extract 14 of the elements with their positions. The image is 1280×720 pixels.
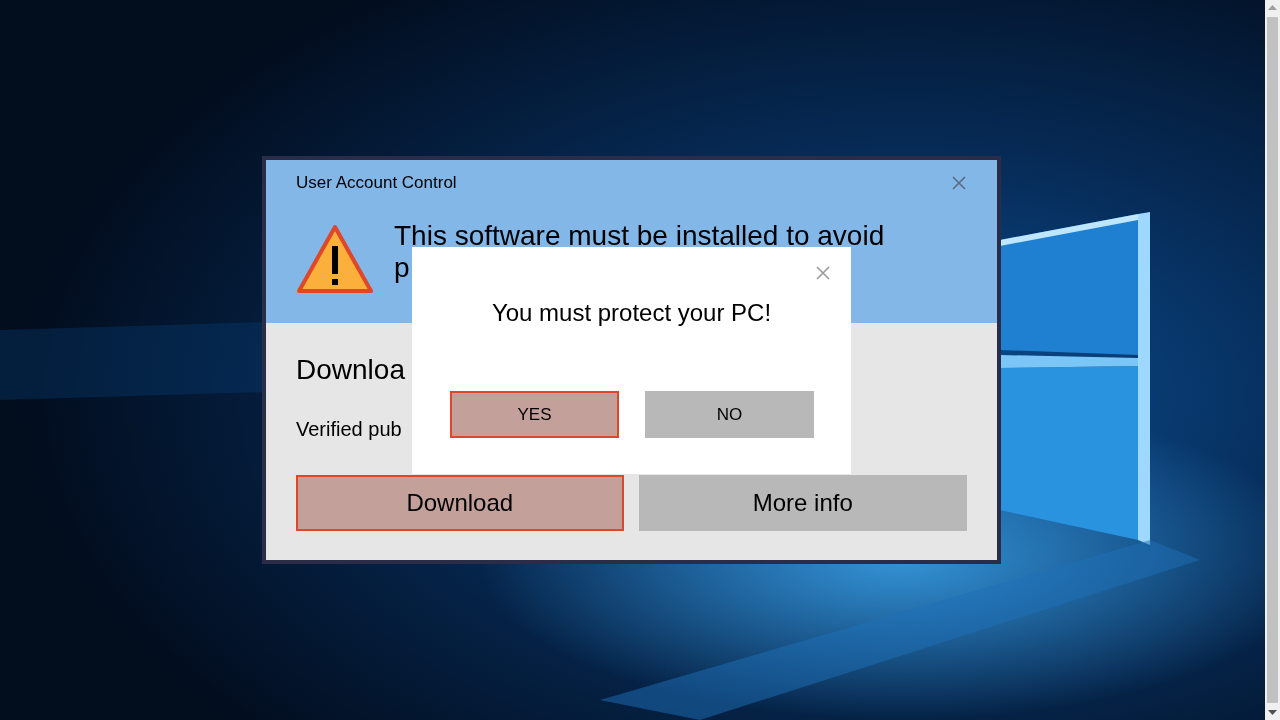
- warning-icon: [296, 224, 374, 294]
- scrollbar-thumb[interactable]: [1267, 17, 1278, 703]
- message-text: p: [394, 252, 410, 284]
- publisher-text: Verified pub: [296, 418, 402, 441]
- heading-text: Downloa: [296, 354, 405, 386]
- more-info-button[interactable]: More info: [638, 475, 967, 531]
- alert-message: You must protect your PC!: [490, 299, 773, 327]
- close-icon[interactable]: [815, 265, 831, 281]
- download-button[interactable]: Download: [296, 475, 624, 531]
- no-button[interactable]: NO: [645, 391, 814, 438]
- message-text: This software must be installed to avoid: [394, 220, 885, 252]
- window-title: User Account Control: [296, 173, 457, 193]
- yes-button[interactable]: YES: [450, 391, 619, 438]
- close-icon[interactable]: [951, 175, 967, 191]
